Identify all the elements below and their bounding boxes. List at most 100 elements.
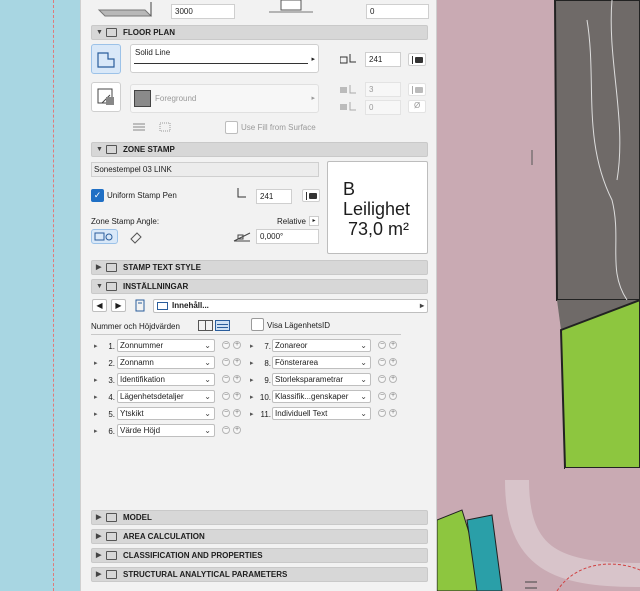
section-model[interactable]: ▶ MODEL [91, 510, 428, 525]
fill-pen-icon [340, 85, 360, 95]
angle-rotated-button[interactable] [127, 229, 147, 244]
page-icon[interactable] [134, 299, 148, 312]
content-selector[interactable]: Innehåll... ▸ [153, 299, 428, 313]
section-classification[interactable]: ▶ CLASSIFICATION AND PROPERTIES [91, 548, 428, 563]
nav-prev-button[interactable]: ◀ [92, 299, 107, 312]
bg-pen-field[interactable]: 0 [365, 100, 401, 115]
remove-icon[interactable]: − [222, 358, 230, 366]
chevron-icon: ▸ [94, 411, 98, 418]
fill-orientation-icon[interactable] [133, 122, 145, 132]
fill-pen-field[interactable]: 3 [365, 82, 401, 97]
chevron-icon: ▸ [94, 343, 98, 350]
add-icon[interactable]: + [233, 375, 241, 383]
row-number: 10. [259, 393, 271, 402]
remove-icon[interactable]: − [222, 426, 230, 434]
chevron-down-icon: ⌄ [360, 375, 367, 384]
add-icon[interactable]: + [389, 358, 397, 366]
relative-arrow-button[interactable]: ▸ [309, 216, 319, 226]
section-zone-stamp[interactable]: ▼ ZONE STAMP [91, 142, 428, 157]
field-dropdown[interactable]: Ytskikt ⌄ [117, 407, 215, 420]
chevron-right-icon: ▸ [311, 95, 315, 102]
add-icon[interactable]: + [389, 375, 397, 383]
offset-field[interactable]: 0 [366, 4, 429, 19]
expand-triangle-icon: ▶ [96, 533, 102, 540]
view-toggle-list[interactable] [215, 320, 230, 331]
uniform-pen-checkbox[interactable]: ✓ [91, 189, 104, 202]
add-icon[interactable]: + [233, 426, 241, 434]
content-selector-label: Innehåll... [172, 301, 209, 310]
plan-canvas-right[interactable] [437, 0, 640, 591]
pen-icon [339, 54, 360, 64]
section-area-calculation[interactable]: ▶ AREA CALCULATION [91, 529, 428, 544]
remove-icon[interactable]: − [222, 341, 230, 349]
field-dropdown[interactable]: Zonnummer ⌄ [117, 339, 215, 352]
view-toggle-split[interactable] [198, 320, 213, 331]
remove-icon[interactable]: − [222, 392, 230, 400]
section-floor-plan[interactable]: ▼ FLOOR PLAN [91, 25, 428, 40]
row-number: 4. [108, 393, 115, 402]
stamp-pen-color-button[interactable] [302, 189, 320, 202]
stamp-name-field[interactable]: Sonestempel 03 LINK [91, 162, 319, 177]
elevation-field[interactable]: 3000 [171, 4, 235, 19]
chevron-down-icon: ⌄ [204, 392, 211, 401]
floor-plan-line-button[interactable] [91, 44, 121, 74]
add-icon[interactable]: + [233, 358, 241, 366]
bg-pen-color-button[interactable]: Ø [408, 100, 426, 113]
remove-icon[interactable]: − [378, 375, 386, 383]
section-title: ZONE STAMP [123, 145, 175, 154]
stamp-angle-field[interactable]: 0,000° [256, 229, 319, 244]
line-sample [134, 63, 308, 64]
add-icon[interactable]: + [389, 409, 397, 417]
field-dropdown[interactable]: Zonnamn ⌄ [117, 356, 215, 369]
field-dropdown[interactable]: Lägenhetsdetaljer ⌄ [117, 390, 215, 403]
add-icon[interactable]: + [389, 392, 397, 400]
add-icon[interactable]: + [233, 392, 241, 400]
expand-triangle-icon: ▶ [96, 264, 102, 271]
content-icon [157, 302, 168, 310]
field-dropdown[interactable]: Storleksparametrar ⌄ [272, 373, 371, 386]
use-fill-checkbox[interactable] [225, 121, 238, 134]
section-title: MODEL [123, 513, 152, 522]
stamp-pen-field[interactable]: 241 [256, 189, 292, 204]
line-pen-field[interactable]: 241 [365, 52, 401, 67]
angle-horizontal-button[interactable] [91, 229, 118, 244]
field-dropdown[interactable]: Identifikation ⌄ [117, 373, 215, 386]
field-dropdown[interactable]: Fönsterarea ⌄ [272, 356, 371, 369]
settings-panel: 3000 0 ▼ FLOOR PLAN Solid Line ▸ 241 For… [80, 0, 437, 591]
fill-pen-color-button[interactable] [408, 83, 426, 96]
angle-icon [230, 229, 254, 244]
list-divider [91, 334, 401, 335]
stamp-angle-label: Zone Stamp Angle: [91, 217, 160, 226]
bg-pen-icon [340, 102, 360, 112]
line-type-selector[interactable]: Solid Line ▸ [130, 44, 319, 73]
remove-icon[interactable]: − [378, 358, 386, 366]
field-dropdown[interactable]: Individuell Text ⌄ [272, 407, 371, 420]
chevron-icon: ▸ [94, 428, 98, 435]
area-icon [106, 532, 117, 541]
line-pen-color-button[interactable] [408, 53, 426, 66]
plan-canvas-left[interactable] [0, 0, 80, 591]
visa-checkbox[interactable] [251, 318, 264, 331]
remove-icon[interactable]: − [222, 375, 230, 383]
floor-plan-fill-button[interactable] [91, 82, 121, 112]
section-installningar[interactable]: ▼ INSTÄLLNINGAR [91, 279, 428, 294]
remove-icon[interactable]: − [378, 392, 386, 400]
section-stamp-text-style[interactable]: ▶ STAMP TEXT STYLE [91, 260, 428, 275]
field-dropdown[interactable]: Klassifik...genskaper ⌄ [272, 390, 371, 403]
remove-icon[interactable]: − [378, 341, 386, 349]
add-icon[interactable]: + [233, 409, 241, 417]
collapse-triangle-icon: ▼ [96, 283, 103, 290]
section-title: FLOOR PLAN [123, 28, 175, 37]
chevron-icon: ▸ [250, 360, 254, 367]
add-icon[interactable]: + [389, 341, 397, 349]
add-icon[interactable]: + [233, 341, 241, 349]
fill-type-selector[interactable]: Foreground ▸ [130, 84, 319, 113]
field-dropdown[interactable]: Värde Höjd ⌄ [117, 424, 215, 437]
remove-icon[interactable]: − [222, 409, 230, 417]
field-dropdown[interactable]: Zonareor ⌄ [272, 339, 371, 352]
chevron-right-icon: ▸ [311, 56, 315, 63]
remove-icon[interactable]: − [378, 409, 386, 417]
fill-distort-icon[interactable] [159, 122, 171, 132]
section-structural[interactable]: ▶ STRUCTURAL ANALYTICAL PARAMETERS [91, 567, 428, 582]
nav-next-button[interactable]: ▶ [111, 299, 126, 312]
